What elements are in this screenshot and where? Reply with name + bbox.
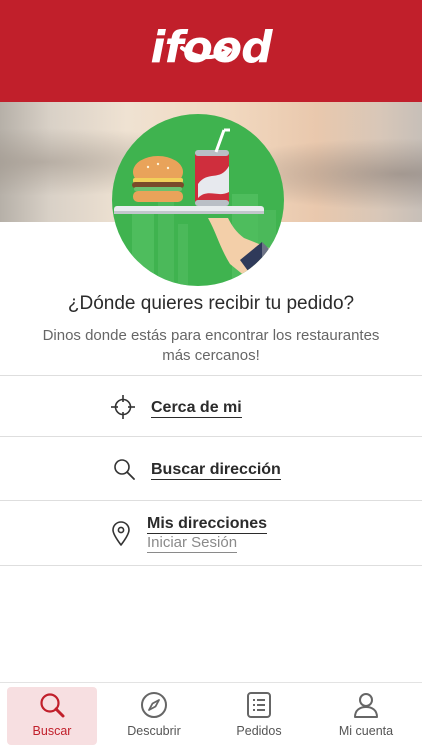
- tab-mi-cuenta[interactable]: Mi cuenta: [321, 687, 411, 745]
- tab-pedidos[interactable]: Pedidos: [214, 687, 304, 745]
- divider: [0, 565, 422, 566]
- crosshair-icon: [111, 395, 135, 419]
- delivery-subtitle: Dinos donde estás para encontrar los res…: [42, 327, 380, 364]
- search-address-option[interactable]: Buscar dirección: [0, 437, 422, 500]
- tab-label: Buscar: [32, 724, 72, 738]
- tab-buscar[interactable]: Buscar: [7, 687, 97, 745]
- delivery-question: ¿Dónde quieres recibir tu pedido?: [67, 293, 355, 314]
- near-me-label: Cerca de mi: [151, 399, 242, 418]
- location-pin-icon: [112, 521, 130, 546]
- food-delivery-illustration: [112, 114, 284, 286]
- search-icon: [114, 459, 135, 480]
- tab-label: Descubrir: [127, 724, 181, 738]
- my-addresses-label: Mis direcciones: [147, 515, 268, 534]
- my-addresses-option[interactable]: Mis direcciones Iniciar Sesión: [0, 501, 422, 565]
- bottom-tab-bar: Buscar Descubrir Pedidos Mi cuenta: [0, 682, 422, 750]
- logo-smile-icon: [180, 44, 232, 60]
- search-icon: [40, 693, 65, 718]
- near-me-option[interactable]: Cerca de mi: [0, 376, 422, 436]
- search-address-label: Buscar dirección: [151, 461, 281, 480]
- app-header: ifood: [0, 0, 422, 102]
- tab-descubrir[interactable]: Descubrir: [109, 687, 199, 745]
- tab-label: Mi cuenta: [338, 724, 394, 738]
- login-link[interactable]: Iniciar Sesión: [147, 534, 238, 553]
- tab-label: Pedidos: [236, 724, 282, 738]
- receipt-icon: [247, 692, 271, 718]
- compass-icon: [141, 692, 167, 718]
- user-icon: [354, 693, 378, 718]
